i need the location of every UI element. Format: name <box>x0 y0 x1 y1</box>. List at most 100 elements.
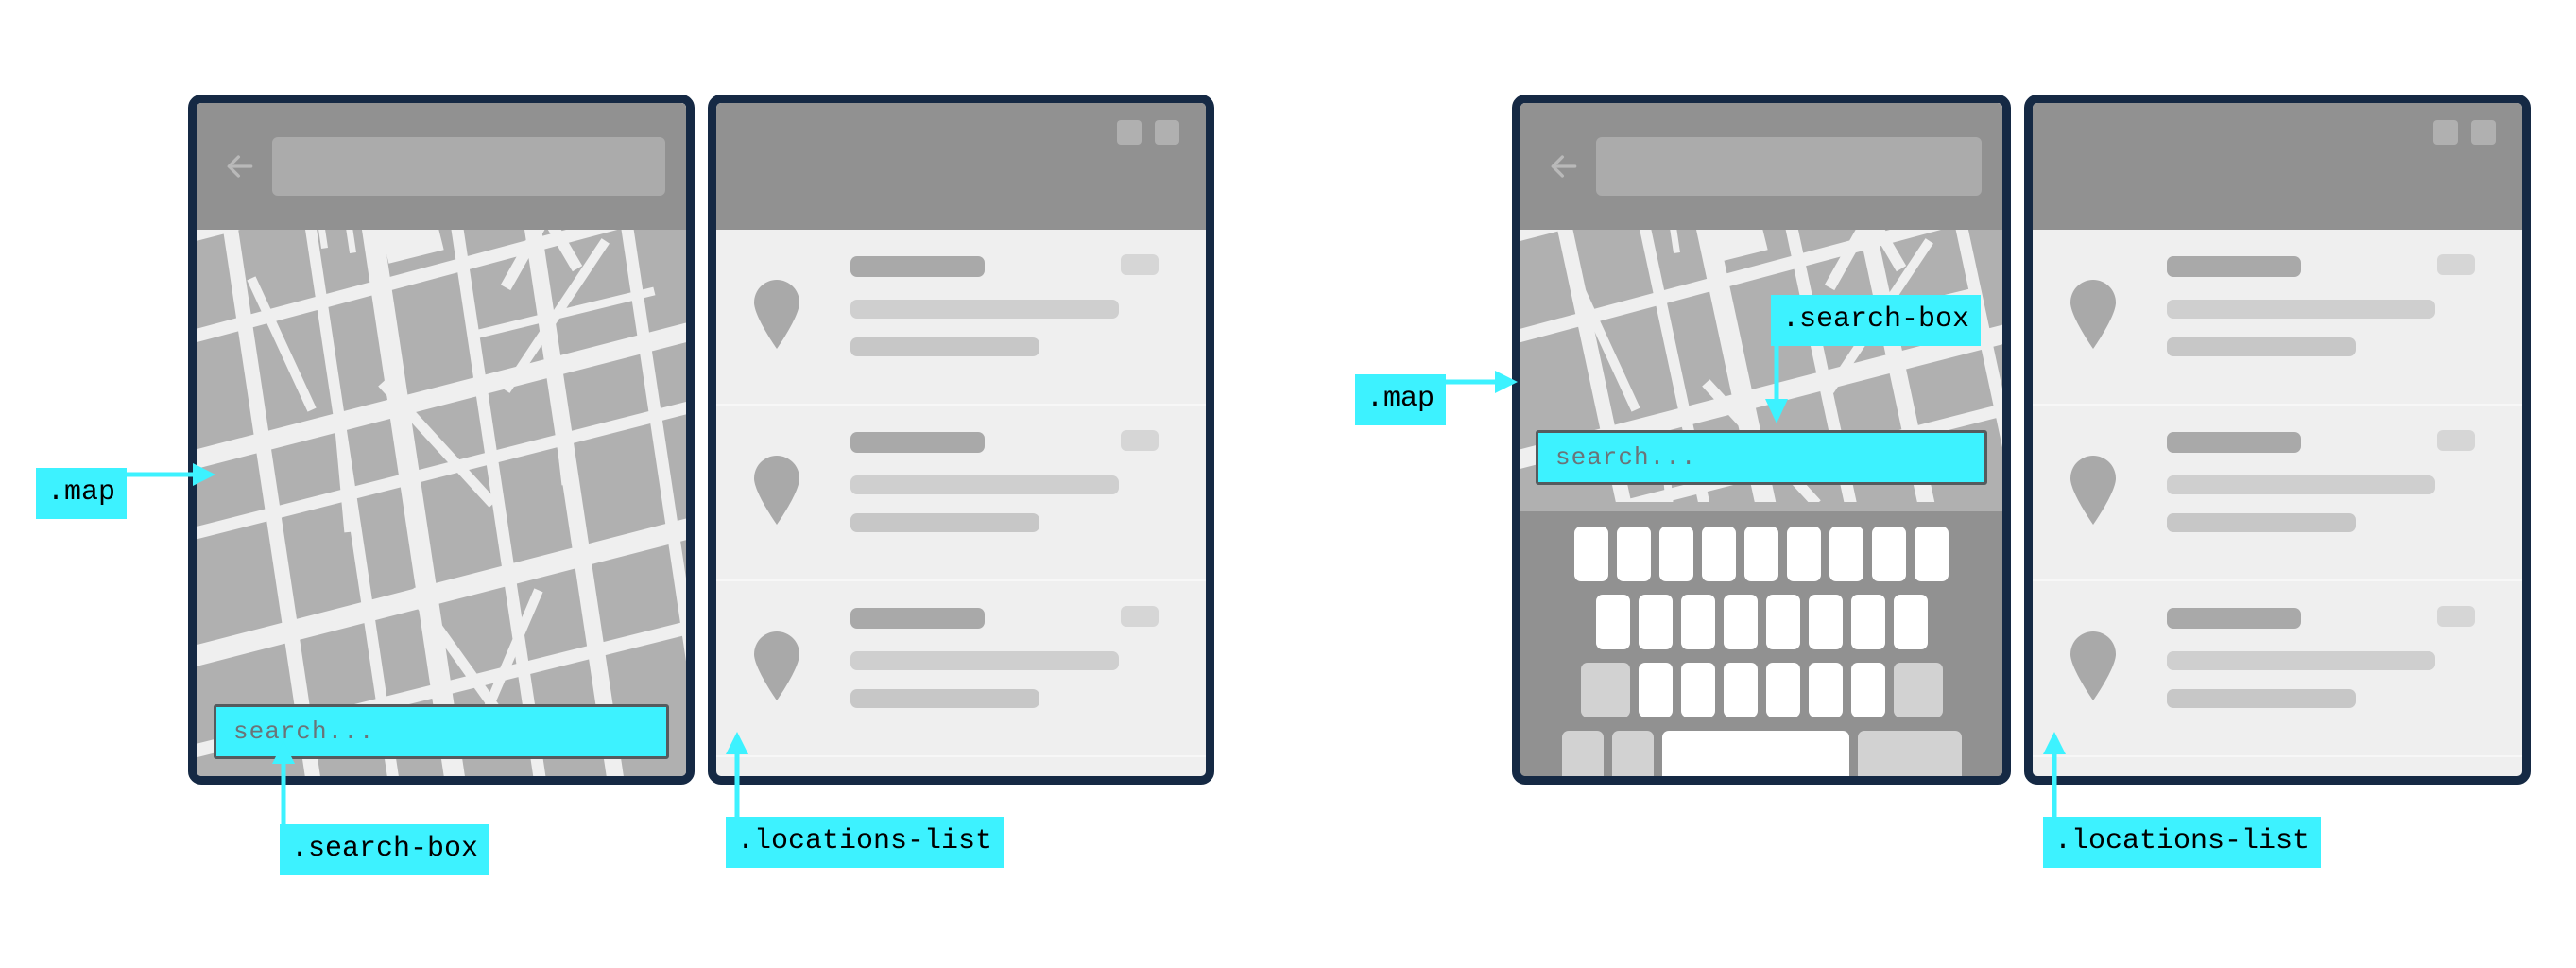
row-line1-placeholder <box>850 300 1119 319</box>
phone-frame-list-left <box>708 95 1214 785</box>
map-pin-icon <box>2069 631 2118 700</box>
annotation-connector-search-box-left <box>272 741 295 830</box>
phone-frame-map-left: search... <box>188 95 695 785</box>
keyboard-key[interactable] <box>1850 595 1885 649</box>
map-topbar-search-field[interactable] <box>272 137 665 196</box>
maximize-box-icon[interactable] <box>2471 120 2496 145</box>
back-arrow-icon[interactable] <box>221 147 259 185</box>
row-line2-placeholder <box>850 689 1039 708</box>
row-title-placeholder <box>2167 432 2301 453</box>
annotation-locations-list-left: .locations-list <box>726 817 1005 868</box>
row-title-placeholder <box>850 608 985 629</box>
keyboard-key[interactable] <box>1638 595 1673 649</box>
row-title-placeholder <box>850 432 985 453</box>
keyboard-key[interactable] <box>1744 527 1778 581</box>
keyboard-key[interactable] <box>1808 595 1843 649</box>
locations-list-right[interactable] <box>2033 230 2522 776</box>
keyboard-key[interactable] <box>1765 595 1800 649</box>
row-line2-placeholder <box>850 337 1039 356</box>
row-chip-placeholder <box>1121 606 1159 627</box>
row-chip-placeholder <box>2437 254 2475 275</box>
keyboard-key[interactable] <box>1787 527 1821 581</box>
keyboard-key-symbols[interactable] <box>1561 731 1604 776</box>
back-arrow-icon[interactable] <box>1545 147 1583 185</box>
minimize-box-icon[interactable] <box>1117 120 1142 145</box>
phone-frame-map-right: search... <box>1512 95 2011 785</box>
phone-frame-list-right <box>2024 95 2531 785</box>
keyboard-key[interactable] <box>1893 595 1928 649</box>
list-topbar-right <box>2033 103 2522 230</box>
annotation-map-left: .map <box>36 468 128 519</box>
keyboard-row-3 <box>1520 663 2002 717</box>
keyboard-key-emoji[interactable] <box>1611 731 1654 776</box>
keyboard-row-2 <box>1520 595 2002 649</box>
annotation-map-right: .map <box>1355 374 1447 425</box>
table-row[interactable] <box>2033 230 2522 406</box>
row-line1-placeholder <box>2167 475 2435 494</box>
keyboard-key[interactable] <box>1659 527 1693 581</box>
minimize-box-icon[interactable] <box>2433 120 2458 145</box>
row-line1-placeholder <box>2167 651 2435 670</box>
keyboard-key-shift[interactable] <box>1580 663 1630 717</box>
row-line1-placeholder <box>2167 300 2435 319</box>
table-row[interactable] <box>716 230 1206 406</box>
locations-list-left[interactable] <box>716 230 1206 776</box>
table-row[interactable] <box>2033 581 2522 757</box>
keyboard-key[interactable] <box>1872 527 1906 581</box>
keyboard-key[interactable] <box>1723 595 1758 649</box>
table-row[interactable] <box>2033 406 2522 581</box>
keyboard-key-backspace[interactable] <box>1893 663 1943 717</box>
annotation-search-box-right: .search-box <box>1771 295 1982 346</box>
row-chip-placeholder <box>1121 430 1159 451</box>
list-topbar-left <box>716 103 1206 230</box>
map-pin-icon <box>752 631 801 700</box>
keyboard-key[interactable] <box>1850 663 1885 717</box>
map-topbar-search-field[interactable] <box>1596 137 1982 196</box>
annotation-locations-list-right: .locations-list <box>2043 817 2322 868</box>
row-title-placeholder <box>2167 256 2301 277</box>
row-line2-placeholder <box>850 513 1039 532</box>
row-title-placeholder <box>2167 608 2301 629</box>
keyboard-key[interactable] <box>1617 527 1651 581</box>
search-placeholder-right: search... <box>1555 443 1697 472</box>
row-title-placeholder <box>850 256 985 277</box>
row-chip-placeholder <box>1121 254 1159 275</box>
keyboard-key-enter[interactable] <box>1857 731 1962 776</box>
annotation-search-box-left: .search-box <box>280 824 490 875</box>
row-line1-placeholder <box>850 475 1119 494</box>
keyboard-key[interactable] <box>1680 663 1715 717</box>
keyboard-key[interactable] <box>1765 663 1800 717</box>
keyboard-row-4 <box>1520 731 2002 776</box>
keyboard-key[interactable] <box>1638 663 1673 717</box>
row-line2-placeholder <box>2167 513 2356 532</box>
map-pin-icon <box>752 279 801 349</box>
row-line2-placeholder <box>2167 689 2356 708</box>
keyboard-key[interactable] <box>1723 663 1758 717</box>
map-pin-icon <box>2069 279 2118 349</box>
table-row[interactable] <box>716 406 1206 581</box>
search-box-right[interactable]: search... <box>1536 430 1987 485</box>
keyboard-key[interactable] <box>1829 527 1863 581</box>
keyboard-row-1 <box>1520 527 2002 581</box>
annotation-connector-map-right <box>1433 371 1518 393</box>
map-pin-icon <box>2069 455 2118 525</box>
row-chip-placeholder <box>2437 606 2475 627</box>
keyboard-key[interactable] <box>1680 595 1715 649</box>
map-pin-icon <box>752 455 801 525</box>
map-topbar-left <box>197 103 686 230</box>
keyboard-key-space[interactable] <box>1661 731 1849 776</box>
annotation-connector-map-left <box>113 463 215 486</box>
map-topbar-right <box>1520 103 2002 230</box>
table-row[interactable] <box>716 581 1206 757</box>
keyboard-key[interactable] <box>1574 527 1608 581</box>
row-chip-placeholder <box>2437 430 2475 451</box>
row-line1-placeholder <box>850 651 1119 670</box>
keyboard-key[interactable] <box>1595 595 1630 649</box>
keyboard-key[interactable] <box>1915 527 1949 581</box>
onscreen-keyboard[interactable] <box>1520 511 2002 776</box>
keyboard-key[interactable] <box>1702 527 1736 581</box>
annotation-connector-search-box-right <box>1765 333 1788 424</box>
maximize-box-icon[interactable] <box>1155 120 1179 145</box>
row-line2-placeholder <box>2167 337 2356 356</box>
keyboard-key[interactable] <box>1808 663 1843 717</box>
